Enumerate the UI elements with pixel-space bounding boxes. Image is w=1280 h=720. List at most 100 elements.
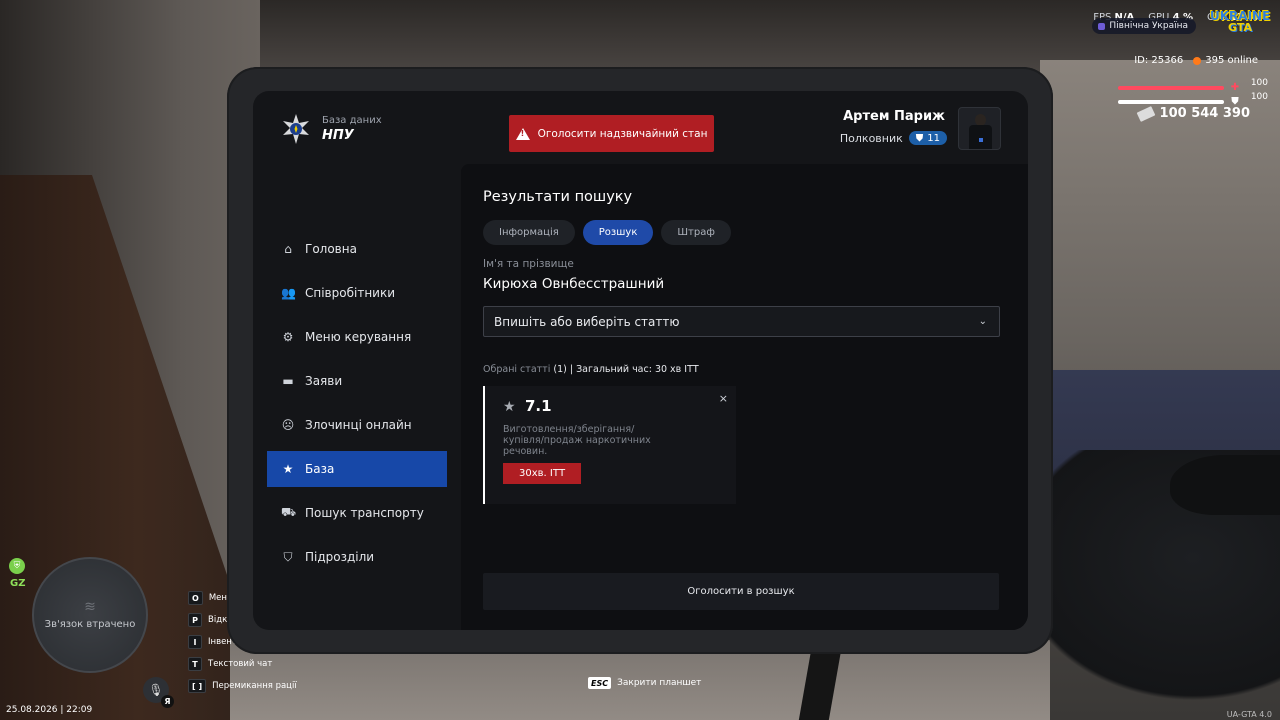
article-select-input[interactable]: Впишіть або виберіть статтю ⌄ [483,306,1000,337]
close-tablet-hint: ESC Закрити планшет [588,677,701,689]
tab-fine[interactable]: Штраф [661,220,731,245]
full-name-label: Ім'я та прізвище [483,258,574,270]
sidebar-item-label: Злочинці онлайн [305,418,412,432]
scene-officer-cap [1170,455,1280,515]
key-cap: [ ] [188,679,207,693]
emergency-label: Оголосити надзвичайний стан [537,127,708,140]
sidebar-item-home[interactable]: ⌂ Головна [267,231,447,267]
health-icon: ✚ [1230,82,1240,93]
close-tablet-label: Закрити планшет [617,678,702,688]
sidebar-item-control-menu[interactable]: ⚙ Меню керування [267,319,447,355]
sidebar-nav: ⌂ Головна 👥 Співробітники ⚙ Меню керуван… [267,231,447,583]
greenzone-label: GZ [10,578,26,589]
tablet-screen: База даних НПУ Оголосити надзвичайний ст… [253,91,1028,630]
keybind-label: Відк [208,615,228,625]
car-icon: ⛟ [281,505,297,519]
close-icon[interactable]: × [719,392,728,405]
sidebar-item-database[interactable]: ★ База [267,451,447,487]
warning-icon [515,127,530,140]
keybind-label: Текстовий чат [208,659,273,669]
tab-wanted[interactable]: Розшук [582,220,654,245]
sidebar-item-label: Пошук транспорту [305,506,424,520]
gear-icon: ⚙ [282,330,294,344]
player-info: ID: 25366 395 online [1134,55,1258,66]
mic-language: Я [161,695,174,708]
sidebar-item-label: Меню керування [305,330,412,344]
esc-key-cap: ESC [588,677,612,689]
declare-wanted-button[interactable]: Оголосити в розшук [483,573,999,610]
home-icon: ⌂ [284,242,292,256]
keybind-row: [ ] Перемикання рації [188,675,297,697]
online-icon [1193,56,1202,65]
rank-title: Полковник [839,131,903,145]
key-cap: O [188,591,203,605]
player-id: ID: 25366 [1134,55,1184,66]
selected-articles-summary: Обрані статті (1) | Загальний час: 30 хв… [483,364,699,375]
sidebar-item-employees[interactable]: 👥 Співробітники [267,275,447,311]
sidebar-item-label: База [305,462,335,476]
keybind-row: T Текстовий чат [188,653,297,675]
no-signal-icon: ≋ [84,599,96,615]
online-count: 395 online [1193,55,1258,66]
article-description: Виготовлення/зберігання/купівля/продаж н… [503,424,651,457]
game-version: UA-GTA 4.0 [1226,710,1272,719]
armor-bar [1118,99,1224,104]
summary-prefix: Обрані статті [483,364,551,375]
money-display: 100 544 390 [1136,105,1250,122]
article-code: 7.1 [525,397,552,415]
key-cap: T [188,657,202,671]
result-tabs: Інформація Розшук Штраф [483,220,731,245]
health-value: 100 [1250,78,1268,88]
star-icon: ★ [503,399,516,415]
star-icon: ★ [282,462,294,476]
rank-badge: ⛊ 11 [908,131,947,145]
greenzone-icon: ⛨ [9,558,25,574]
armor-value: 100 [1250,92,1268,102]
online-label: 395 online [1205,55,1258,66]
avatar [958,107,1001,150]
mask-icon: ☹ [281,418,295,432]
summary-details: (1) | Загальний час: 30 хв ІТТ [553,364,699,375]
user-rank: Полковник ⛊ 11 [840,131,947,145]
date-time: 25.08.2026 | 22:09 [6,705,93,715]
sidebar-item-label: Заяви [305,374,343,388]
sidebar-item-label: Підрозділи [305,550,375,564]
sidebar-item-label: Співробітники [305,286,396,300]
brand-title: НПУ [322,128,354,143]
minimap: ≋ Зв'язок втрачено [32,557,148,673]
key-cap: I [188,635,202,649]
money-icon [1136,105,1155,122]
sidebar-item-divisions[interactable]: ⛉ Підрозділи [267,539,447,575]
article-penalty-badge: 30хв. ІТТ [503,463,582,484]
sidebar-item-applications[interactable]: ▬ Заяви [267,363,447,399]
region-icon [1098,22,1106,30]
region-label: Північна Україна [1109,21,1188,31]
shield-icon: ⛉ [283,549,293,564]
minimap-status: Зв'язок втрачено [44,619,136,630]
region-badge: Північна Україна [1092,18,1196,34]
brand: База даних НПУ [280,113,382,145]
logo-line-2: GTA [1228,21,1252,34]
sidebar-item-criminals-online[interactable]: ☹ Злочинці онлайн [267,407,447,443]
key-cap: P [188,613,202,627]
tab-information[interactable]: Інформація [483,220,575,245]
rank-level: 11 [927,132,940,144]
users-icon: 👥 [281,286,296,300]
server-logo: UKRAINE GTA [1210,10,1270,38]
health-row: ✚ 100 [1118,78,1268,93]
money-value: 100 544 390 [1159,106,1250,121]
full-name-value: Кирюха Овнбесстрашний [483,276,665,292]
article-placeholder: Впишіть або виберіть статтю [494,314,680,329]
police-emblem-icon [283,114,309,144]
declare-emergency-button[interactable]: Оголосити надзвичайний стан [509,115,714,152]
avatar-patch [979,138,983,142]
sidebar-item-label: Головна [305,242,357,256]
folder-icon: ▬ [282,374,294,388]
page-title: Результати пошуку [483,189,633,205]
sidebar-item-vehicle-search[interactable]: ⛟ Пошук транспорту [267,495,447,531]
chevron-down-icon[interactable]: ⌄ [979,316,987,327]
brand-subtitle: База даних [322,115,382,126]
article-card: ★ 7.1 × Виготовлення/зберігання/купівля/… [483,386,736,504]
keybind-label: Перемикання рації [212,681,297,691]
health-bar [1118,85,1224,90]
